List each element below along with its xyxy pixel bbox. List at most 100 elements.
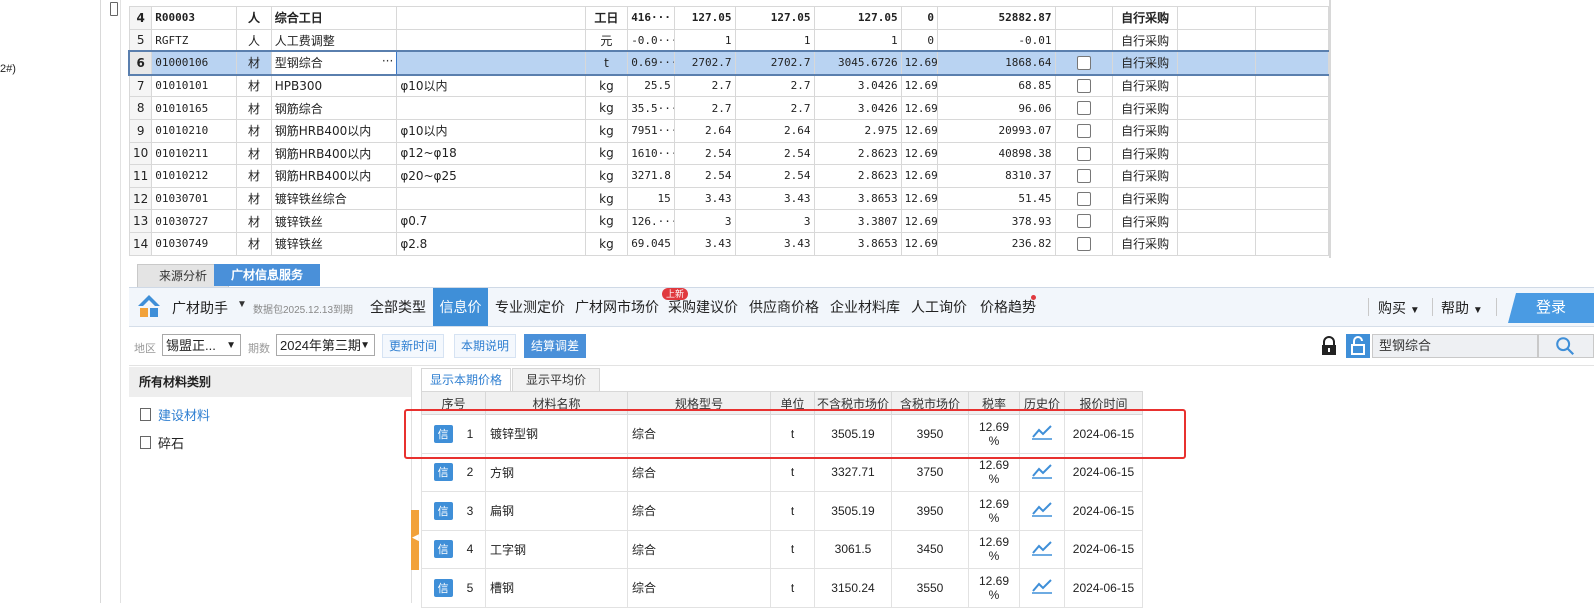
row-checkbox[interactable] xyxy=(1076,78,1091,93)
type-cell[interactable]: 材 xyxy=(236,141,272,166)
tab-current-price[interactable]: 显示本期价格 xyxy=(421,368,511,391)
nav-enterprise-library[interactable]: 企业材料库 xyxy=(826,288,904,326)
code-cell[interactable]: 01010101 xyxy=(151,73,238,98)
nav-market-price[interactable]: 广材网市场价 xyxy=(571,288,663,326)
spec-cell[interactable]: φ12~φ18 xyxy=(396,141,586,166)
nav-professional-price[interactable]: 专业测定价 xyxy=(491,288,569,326)
name-cell[interactable]: 镀锌铁丝 xyxy=(270,209,398,233)
price-cell[interactable]: 3.3807 xyxy=(813,209,902,233)
region-select[interactable]: 锡盟正... ▼ xyxy=(162,334,241,356)
price-cell[interactable]: 2.7 xyxy=(673,73,736,98)
type-cell[interactable]: 材 xyxy=(236,209,272,233)
total-cell[interactable]: 8310.37 xyxy=(937,164,1056,188)
name-cell[interactable]: 人工费调整 xyxy=(270,28,398,53)
empty-cell[interactable] xyxy=(1254,209,1330,233)
empty-cell[interactable] xyxy=(1177,51,1256,75)
empty-cell[interactable] xyxy=(1254,6,1330,30)
search-input[interactable]: 型钢综合 xyxy=(1372,334,1538,358)
total-cell[interactable]: 51.45 xyxy=(937,186,1056,211)
quantity-cell[interactable]: 126.··· xyxy=(627,209,675,233)
rate-cell[interactable]: 12.69 xyxy=(900,186,939,211)
history-cell[interactable] xyxy=(1019,529,1065,569)
name-cell[interactable]: 钢筋HRB400以内 xyxy=(270,118,398,143)
rate-cell[interactable]: 12.69 xyxy=(900,209,939,233)
name-cell[interactable]: 型钢综合 ··· xyxy=(270,51,398,75)
spec-cell[interactable] xyxy=(396,51,586,75)
spec-cell[interactable]: φ20~φ25 xyxy=(396,164,586,188)
name-cell[interactable]: 钢筋综合 xyxy=(270,96,398,120)
total-cell[interactable]: 96.06 xyxy=(937,96,1056,120)
price-cell[interactable]: 2.7 xyxy=(734,96,815,120)
name-cell[interactable]: 钢筋HRB400以内 xyxy=(270,164,398,188)
source-cell[interactable]: 自行采购 xyxy=(1112,6,1179,30)
grid-row[interactable]: 10 01010211 材钢筋HRB400以内 φ12~φ18 kg 1610··· 2.5… xyxy=(128,141,1330,166)
source-cell[interactable]: 自行采购 xyxy=(1112,164,1179,188)
row-checkbox[interactable] xyxy=(1076,146,1091,161)
brand-dropdown-icon[interactable]: ▼ xyxy=(237,299,247,310)
quantity-cell[interactable]: 7951··· xyxy=(627,118,675,143)
price-cell[interactable]: 2.7 xyxy=(673,96,736,120)
spec-cell[interactable] xyxy=(396,186,586,211)
trend-chart-icon[interactable] xyxy=(1031,540,1053,556)
period-select[interactable]: 2024年第三期 ▼ xyxy=(276,334,375,356)
grid-row[interactable]: 14 01030749 材镀锌铁丝 φ2.8 kg 69.045 3.43 3.43 3.865… xyxy=(128,231,1330,256)
checkbox-cell[interactable] xyxy=(1054,118,1114,143)
price-cell[interactable]: 3.43 xyxy=(673,231,736,256)
history-cell[interactable] xyxy=(1019,568,1065,608)
quantity-cell[interactable]: 1610··· xyxy=(627,141,675,166)
row-number[interactable]: 6 xyxy=(128,51,153,75)
tab-average-price[interactable]: 显示平均价 xyxy=(512,368,600,392)
history-cell[interactable] xyxy=(1019,491,1065,531)
price-cell[interactable]: 3.43 xyxy=(673,186,736,211)
empty-cell[interactable] xyxy=(1254,118,1330,143)
unit-cell[interactable]: kg xyxy=(584,231,629,256)
grid-row[interactable]: 12 01030701 材镀锌铁丝综合 kg 15 3.43 3.43 3.8653 12.69… xyxy=(128,186,1330,211)
type-cell[interactable]: 材 xyxy=(236,231,272,256)
price-cell[interactable]: 3.8653 xyxy=(813,186,902,211)
code-cell[interactable]: 01030727 xyxy=(151,209,238,233)
price-cell[interactable]: 2.54 xyxy=(673,141,736,166)
row-number[interactable]: 11 xyxy=(128,164,153,188)
total-cell[interactable]: 1868.64 xyxy=(937,51,1056,75)
grid-row[interactable]: 8 01010165 材钢筋综合 kg 35.5··· 2.7 2.7 3.0426 12.69… xyxy=(128,96,1330,120)
code-cell[interactable]: 01010165 xyxy=(151,96,238,120)
price-cell[interactable]: 2.64 xyxy=(734,118,815,143)
row-number[interactable]: 10 xyxy=(128,141,153,166)
spec-cell[interactable]: φ0.7 xyxy=(396,209,586,233)
rate-cell[interactable]: 12.69 xyxy=(900,231,939,256)
buy-menu[interactable]: 购买 ▼ xyxy=(1378,298,1420,318)
checkbox-cell[interactable] xyxy=(1054,51,1114,75)
quantity-cell[interactable]: 416··· xyxy=(627,6,675,30)
help-menu[interactable]: 帮助 ▼ xyxy=(1441,298,1483,318)
source-cell[interactable]: 自行采购 xyxy=(1112,141,1179,166)
grid-row[interactable]: 4 R00003 人综合工日 工日 416··· 127.05 127.05 127.05 0 5… xyxy=(128,6,1330,30)
info-tag[interactable]: 信 xyxy=(433,501,453,520)
lock-icon[interactable] xyxy=(1320,336,1338,356)
checkbox-cell[interactable] xyxy=(1054,73,1114,98)
info-tag[interactable]: 信 xyxy=(433,540,453,559)
source-cell[interactable]: 自行采购 xyxy=(1112,51,1179,75)
unit-cell[interactable]: kg xyxy=(584,96,629,120)
price-cell[interactable]: 2.64 xyxy=(673,118,736,143)
code-cell[interactable]: 01030749 xyxy=(151,231,238,256)
rate-cell[interactable]: 12.69 xyxy=(900,141,939,166)
unit-cell[interactable]: kg xyxy=(584,209,629,233)
category-item-gravel[interactable]: 碎石 xyxy=(140,433,184,452)
more-button[interactable]: ··· xyxy=(382,54,393,68)
row-checkbox[interactable] xyxy=(1076,169,1091,184)
price-cell[interactable]: 2.975 xyxy=(813,118,902,143)
name-cell[interactable]: 镀锌铁丝综合 xyxy=(270,186,398,211)
grid-row[interactable]: 6 01000106 材型钢综合 ··· t 0.69··· 2702.7 2702.7 304… xyxy=(127,49,1331,77)
source-cell[interactable]: 自行采购 xyxy=(1112,231,1179,256)
empty-cell[interactable] xyxy=(1177,6,1256,30)
price-cell[interactable]: 3.0426 xyxy=(813,96,902,120)
checkbox-cell[interactable] xyxy=(1054,6,1114,30)
price-cell[interactable]: 1 xyxy=(734,28,815,53)
grid-row[interactable]: 9 01010210 材钢筋HRB400以内 φ10以内 kg 7951··· 2.64 2.… xyxy=(128,118,1330,143)
row-number[interactable]: 12 xyxy=(128,186,153,211)
empty-cell[interactable] xyxy=(1254,231,1330,256)
row-number[interactable]: 5 xyxy=(128,28,153,53)
code-cell[interactable]: 01010211 xyxy=(151,141,238,166)
type-cell[interactable]: 材 xyxy=(236,164,272,188)
info-tag[interactable]: 信 xyxy=(433,578,453,597)
